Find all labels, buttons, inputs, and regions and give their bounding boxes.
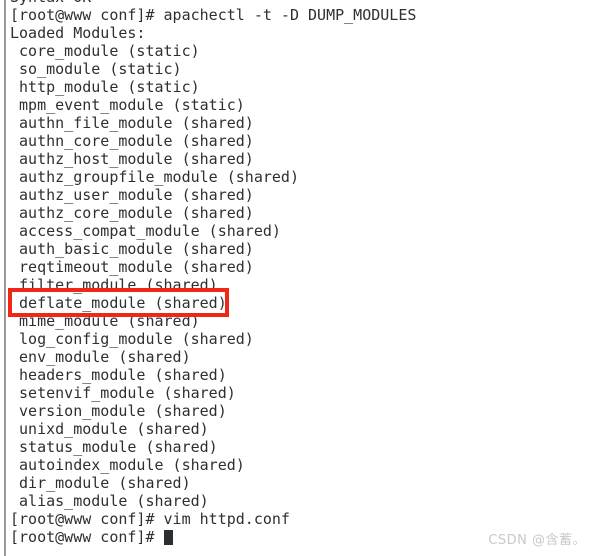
terminal-line: dir_module (shared) [10,474,191,492]
terminal-line: env_module (shared) [10,348,191,366]
terminal-line: mpm_event_module (static) [10,96,245,114]
terminal-line: version_module (shared) [10,402,227,420]
terminal-line: [root@www conf]# vim httpd.conf [10,510,290,528]
terminal-line: authz_user_module (shared) [10,186,254,204]
terminal-line: status_module (shared) [10,438,218,456]
terminal-line: filter_module (shared) [10,276,218,294]
terminal-line: core_module (static) [10,42,200,60]
terminal-line: setenvif_module (shared) [10,384,236,402]
terminal-line: authz_host_module (shared) [10,150,254,168]
terminal-line: authn_file_module (shared) [10,114,254,132]
terminal-line: so_module (static) [10,60,182,78]
terminal-line: [root@www conf]# apachectl -t -D DUMP_MO… [10,6,417,24]
window-left-edge-rule [4,0,6,556]
terminal-line: alias_module (shared) [10,492,209,510]
shell-prompt: [root@www conf]# [10,528,164,546]
terminal-line: auth_basic_module (shared) [10,240,254,258]
terminal-line: http_module (static) [10,78,200,96]
terminal-output-area[interactable]: Syntax OK[root@www conf]# apachectl -t -… [10,0,590,546]
terminal-line: Loaded Modules: [10,24,146,42]
terminal-line: access_compat_module (shared) [10,222,281,240]
text-cursor [163,530,173,545]
csdn-watermark: CSDN @含蓄。 [488,533,586,548]
terminal-window: Syntax OK[root@www conf]# apachectl -t -… [0,0,598,556]
terminal-line: reqtimeout_module (shared) [10,258,254,276]
terminal-line: deflate_module (shared) [10,294,227,312]
terminal-line: autoindex_module (shared) [10,456,245,474]
terminal-line: unixd_module (shared) [10,420,209,438]
terminal-line: authz_groupfile_module (shared) [10,168,299,186]
terminal-line: log_config_module (shared) [10,330,254,348]
terminal-line: authz_core_module (shared) [10,204,254,222]
terminal-line: authn_core_module (shared) [10,132,254,150]
terminal-line: mime_module (shared) [10,312,200,330]
terminal-line: headers_module (shared) [10,366,227,384]
